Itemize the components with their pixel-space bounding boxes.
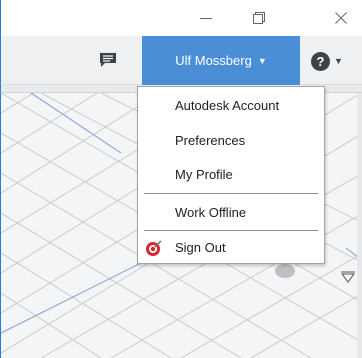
menu-item-preferences[interactable]: Preferences bbox=[138, 125, 324, 155]
comment-icon bbox=[100, 53, 116, 67]
menu-item-label: Autodesk Account bbox=[175, 97, 280, 113]
menu-item-sign-out[interactable]: Sign Out bbox=[138, 232, 324, 262]
menu-separator bbox=[144, 193, 318, 194]
title-bar bbox=[0, 0, 362, 36]
filter-icon[interactable] bbox=[341, 271, 355, 283]
viewport-edge bbox=[357, 93, 362, 358]
menu-item-autodesk-account[interactable]: Autodesk Account bbox=[138, 90, 324, 120]
restore-icon bbox=[253, 12, 265, 24]
user-dropdown-menu: Autodesk Account Preferences My Profile … bbox=[137, 86, 325, 264]
menu-item-label: Sign Out bbox=[175, 239, 226, 255]
help-icon: ? bbox=[311, 51, 330, 71]
toolbar: Ulf Mossberg ▼ ? ▼ bbox=[0, 36, 362, 85]
close-button[interactable] bbox=[318, 0, 362, 36]
sign-out-icon bbox=[146, 240, 162, 256]
menu-separator bbox=[144, 230, 318, 231]
menu-item-label: Preferences bbox=[175, 132, 246, 148]
user-name: Ulf Mossberg bbox=[175, 53, 252, 68]
minimize-button[interactable] bbox=[183, 0, 229, 36]
menu-item-label: Work Offline bbox=[175, 204, 247, 220]
chevron-down-icon: ▼ bbox=[334, 56, 343, 66]
help-button[interactable]: ? ▼ bbox=[311, 49, 351, 73]
minimize-icon bbox=[200, 18, 212, 19]
menu-item-my-profile[interactable]: My Profile bbox=[138, 159, 324, 189]
restore-button[interactable] bbox=[236, 0, 282, 36]
close-icon bbox=[335, 12, 347, 24]
user-account-button[interactable]: Ulf Mossberg ▼ bbox=[142, 36, 300, 85]
menu-item-label: My Profile bbox=[175, 166, 233, 182]
menu-item-work-offline[interactable]: Work Offline bbox=[138, 197, 324, 227]
comments-button[interactable] bbox=[96, 48, 120, 72]
chevron-down-icon: ▼ bbox=[257, 55, 267, 66]
